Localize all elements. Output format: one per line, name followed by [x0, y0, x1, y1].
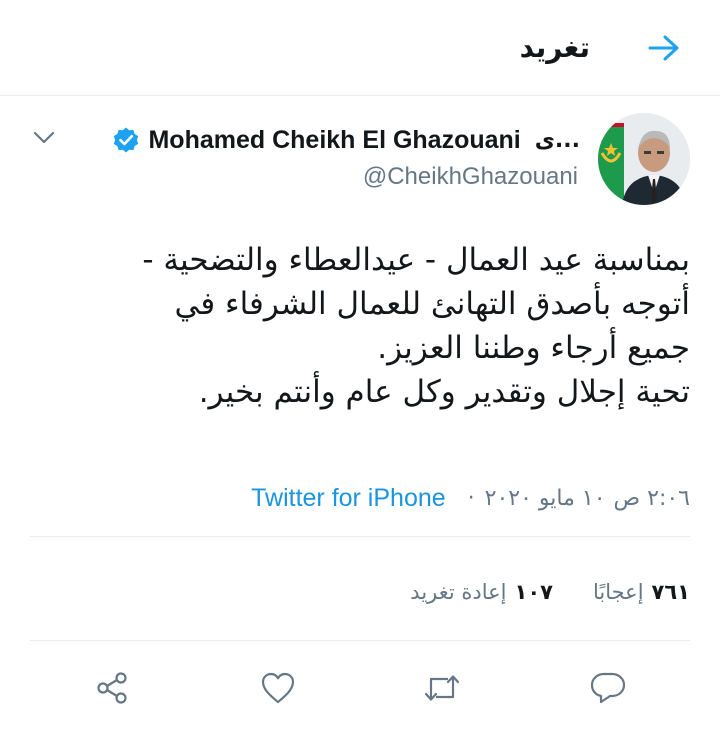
- likes-stat[interactable]: ٧٦١ إعجابًا: [593, 580, 690, 604]
- retweets-label: إعادة تغريد: [410, 580, 507, 604]
- author-name-row[interactable]: ...ى Mohamed Cheikh El Ghazouani: [112, 122, 580, 158]
- tweet-meta: ٢:٠٦ ص ١٠ مايو ٢٠٢٠ · Twitter for iPhone: [251, 484, 690, 513]
- retweets-count: ١٠٧: [514, 580, 553, 604]
- retweet-button[interactable]: [422, 668, 462, 708]
- profile-photo: [598, 113, 690, 205]
- tweet-text-line: أتوجه بأصدق التهانئ للعمال الشرفاء في: [174, 286, 690, 322]
- tweet-time: ٢:٠٦ ص: [613, 486, 690, 511]
- retweet-icon: [424, 675, 460, 701]
- reply-button[interactable]: [588, 668, 628, 708]
- tweet-source-link[interactable]: Twitter for iPhone: [251, 484, 446, 513]
- tweet-stats: ١٠٧ إعادة تغريد ٧٦١ إعجابًا: [370, 580, 690, 604]
- like-icon: [261, 672, 295, 704]
- likes-count: ٧٦١: [651, 580, 690, 604]
- likes-label: إعجابًا: [592, 580, 644, 604]
- tweet-date: ١٠ مايو ٢٠٢٠: [484, 486, 606, 511]
- like-button[interactable]: [258, 668, 298, 708]
- avatar[interactable]: [598, 113, 690, 205]
- divider: [30, 640, 690, 641]
- author-handle[interactable]: @CheikhGhazouani: [363, 163, 578, 191]
- tweet-actions: [0, 660, 720, 716]
- share-button[interactable]: [92, 668, 132, 708]
- divider: [30, 536, 690, 537]
- back-button[interactable]: [644, 28, 684, 68]
- tweet-text: بمناسبة عيد العمال - عيدالعطاء والتضحية …: [30, 238, 690, 414]
- tweet-text-line: بمناسبة عيد العمال - عيدالعطاء والتضحية …: [142, 242, 690, 278]
- chevron-down-icon: [33, 131, 55, 144]
- meta-separator: ·: [467, 486, 475, 511]
- tweet-text-line: تحية إجلال وتقدير وكل عام وأنتم بخير.: [198, 374, 690, 410]
- arrow-right-icon: [648, 35, 679, 61]
- retweets-stat[interactable]: ١٠٧ إعادة تغريد: [410, 580, 553, 604]
- tweet-text-line: جميع أرجاء وطننا العزيز.: [377, 330, 690, 366]
- display-name[interactable]: Mohamed Cheikh El Ghazouani: [148, 126, 520, 155]
- top-bar: تغريد: [0, 0, 720, 96]
- share-icon: [97, 672, 127, 704]
- tweet-menu-button[interactable]: [28, 122, 60, 154]
- page-title: تغريد: [519, 31, 590, 64]
- reply-icon: [590, 672, 626, 704]
- verified-icon: [112, 126, 140, 154]
- name-prefix: ...ى: [534, 127, 580, 153]
